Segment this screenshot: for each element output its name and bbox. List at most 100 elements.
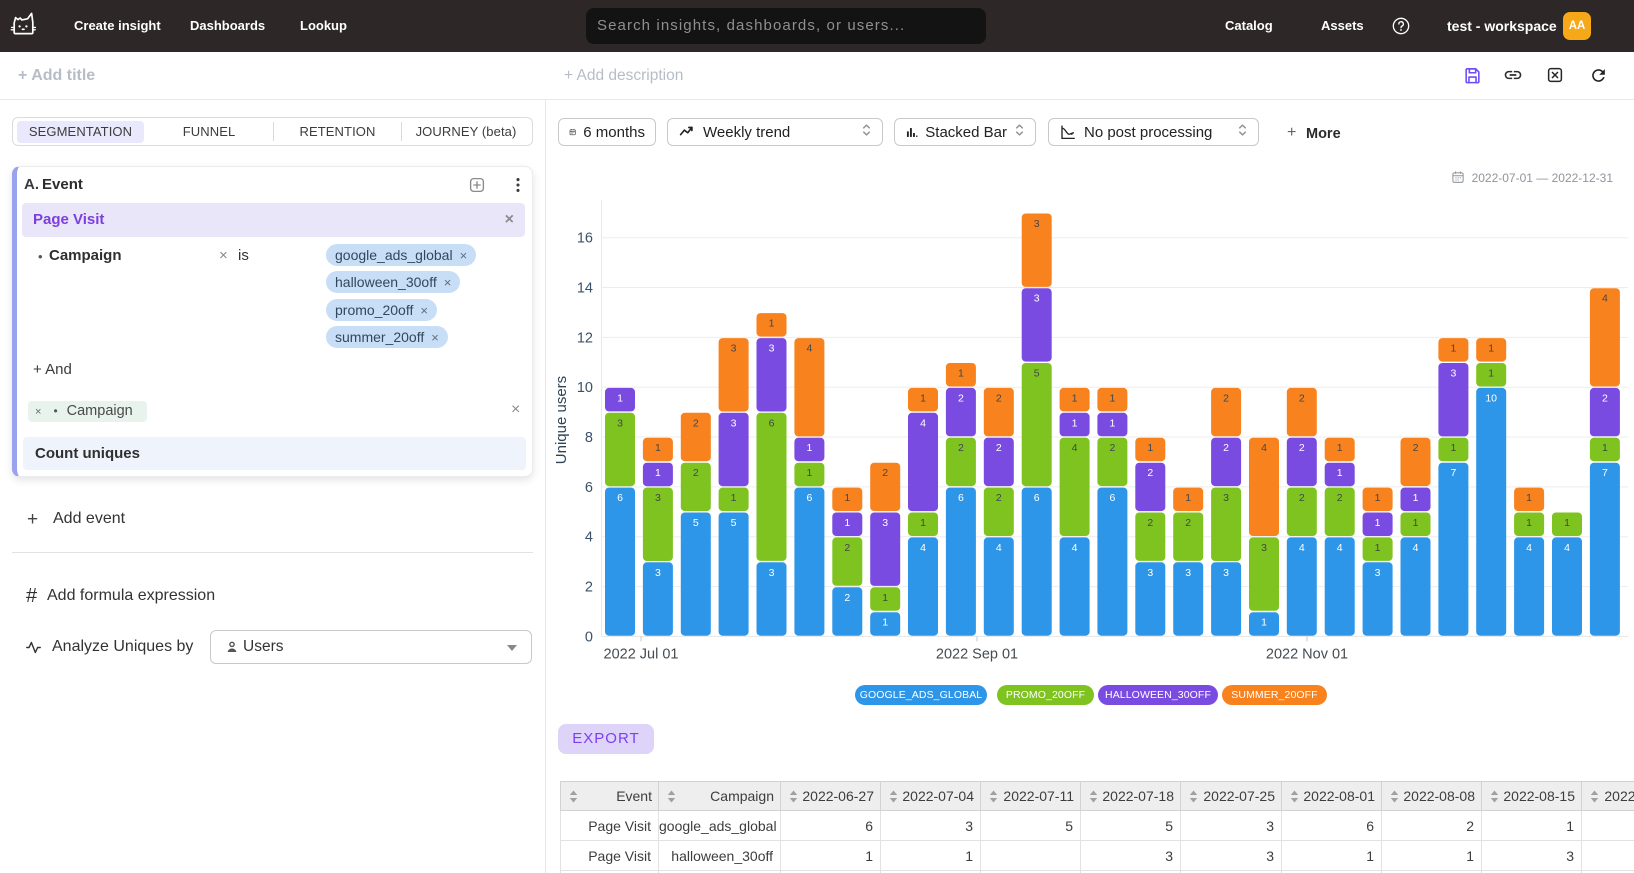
svg-text:1: 1 (1375, 542, 1381, 554)
svg-text:2: 2 (1223, 392, 1229, 404)
svg-text:3: 3 (1223, 492, 1229, 504)
svg-text:2: 2 (1337, 492, 1343, 504)
svg-text:2: 2 (1413, 442, 1419, 454)
svg-text:1: 1 (1488, 368, 1494, 380)
svg-text:1: 1 (1072, 417, 1078, 429)
svg-text:1: 1 (1450, 343, 1456, 355)
svg-text:3: 3 (617, 417, 623, 429)
svg-text:7: 7 (1450, 467, 1456, 479)
svg-text:2022 Nov 01: 2022 Nov 01 (1266, 647, 1348, 663)
svg-text:3: 3 (882, 517, 888, 529)
svg-text:3: 3 (1223, 567, 1229, 579)
svg-text:4: 4 (1526, 542, 1532, 554)
svg-text:1: 1 (1413, 492, 1419, 504)
svg-text:2: 2 (1223, 442, 1229, 454)
svg-text:3: 3 (769, 343, 775, 355)
svg-text:1: 1 (617, 392, 623, 404)
svg-text:1: 1 (806, 442, 812, 454)
svg-text:1: 1 (1488, 343, 1494, 355)
svg-text:3: 3 (1261, 542, 1267, 554)
svg-text:1: 1 (1337, 467, 1343, 479)
svg-text:1: 1 (1109, 392, 1115, 404)
svg-text:4: 4 (806, 343, 812, 355)
svg-text:1: 1 (1450, 442, 1456, 454)
svg-text:2: 2 (585, 580, 593, 596)
svg-text:4: 4 (585, 530, 593, 546)
svg-text:2: 2 (1185, 517, 1191, 529)
svg-text:1: 1 (655, 467, 661, 479)
svg-text:1: 1 (1185, 492, 1191, 504)
svg-text:2: 2 (693, 417, 699, 429)
svg-text:3: 3 (769, 567, 775, 579)
svg-text:2: 2 (844, 542, 850, 554)
svg-text:14: 14 (577, 281, 593, 297)
svg-text:4: 4 (1413, 542, 1419, 554)
svg-text:8: 8 (585, 430, 593, 446)
svg-text:1: 1 (1413, 517, 1419, 529)
svg-text:1: 1 (882, 617, 888, 629)
svg-text:16: 16 (577, 231, 593, 247)
svg-text:2022 Jul 01: 2022 Jul 01 (604, 647, 679, 663)
svg-text:3: 3 (1450, 368, 1456, 380)
svg-text:2: 2 (1299, 392, 1305, 404)
svg-text:10: 10 (577, 380, 593, 396)
svg-text:3: 3 (731, 343, 737, 355)
svg-text:5: 5 (693, 517, 699, 529)
svg-text:1: 1 (958, 368, 964, 380)
svg-text:4: 4 (1299, 542, 1305, 554)
svg-text:2: 2 (996, 442, 1002, 454)
svg-text:1: 1 (1337, 442, 1343, 454)
svg-text:1: 1 (655, 442, 661, 454)
svg-text:1: 1 (1261, 617, 1267, 629)
svg-text:2022 Sep 01: 2022 Sep 01 (936, 647, 1018, 663)
svg-text:7: 7 (1602, 467, 1608, 479)
svg-text:1: 1 (844, 492, 850, 504)
svg-text:2: 2 (1299, 492, 1305, 504)
svg-text:Unique users: Unique users (553, 376, 570, 464)
svg-text:2: 2 (1147, 517, 1153, 529)
svg-text:2: 2 (958, 392, 964, 404)
svg-text:5: 5 (1034, 368, 1040, 380)
svg-text:1: 1 (1072, 392, 1078, 404)
svg-text:3: 3 (731, 417, 737, 429)
svg-text:1: 1 (882, 592, 888, 604)
svg-text:6: 6 (1109, 492, 1115, 504)
svg-text:10: 10 (1485, 392, 1497, 404)
svg-text:3: 3 (655, 567, 661, 579)
svg-text:0: 0 (585, 629, 593, 645)
svg-text:6: 6 (1034, 492, 1040, 504)
svg-text:12: 12 (577, 330, 593, 346)
svg-text:2: 2 (844, 592, 850, 604)
svg-text:2: 2 (958, 442, 964, 454)
svg-text:3: 3 (1147, 567, 1153, 579)
svg-text:6: 6 (958, 492, 964, 504)
svg-text:5: 5 (731, 517, 737, 529)
svg-text:1: 1 (1602, 442, 1608, 454)
svg-text:4: 4 (1072, 542, 1078, 554)
svg-text:1: 1 (1526, 517, 1532, 529)
svg-text:2: 2 (693, 467, 699, 479)
svg-text:2: 2 (1299, 442, 1305, 454)
svg-text:1: 1 (1564, 517, 1570, 529)
svg-text:2: 2 (882, 467, 888, 479)
svg-text:2: 2 (1602, 392, 1608, 404)
svg-text:3: 3 (1034, 293, 1040, 305)
svg-text:4: 4 (1602, 293, 1608, 305)
svg-text:1: 1 (1375, 517, 1381, 529)
svg-text:3: 3 (1375, 567, 1381, 579)
svg-text:3: 3 (655, 492, 661, 504)
svg-text:1: 1 (731, 492, 737, 504)
svg-text:1: 1 (844, 517, 850, 529)
svg-text:6: 6 (806, 492, 812, 504)
svg-text:1: 1 (1526, 492, 1532, 504)
svg-text:1: 1 (920, 517, 926, 529)
svg-text:1: 1 (1375, 492, 1381, 504)
svg-text:1: 1 (769, 318, 775, 330)
svg-text:4: 4 (1337, 542, 1343, 554)
svg-text:6: 6 (585, 480, 593, 496)
svg-text:3: 3 (1034, 218, 1040, 230)
svg-text:4: 4 (1564, 542, 1570, 554)
svg-text:4: 4 (920, 417, 926, 429)
svg-text:6: 6 (769, 417, 775, 429)
svg-text:2: 2 (996, 492, 1002, 504)
